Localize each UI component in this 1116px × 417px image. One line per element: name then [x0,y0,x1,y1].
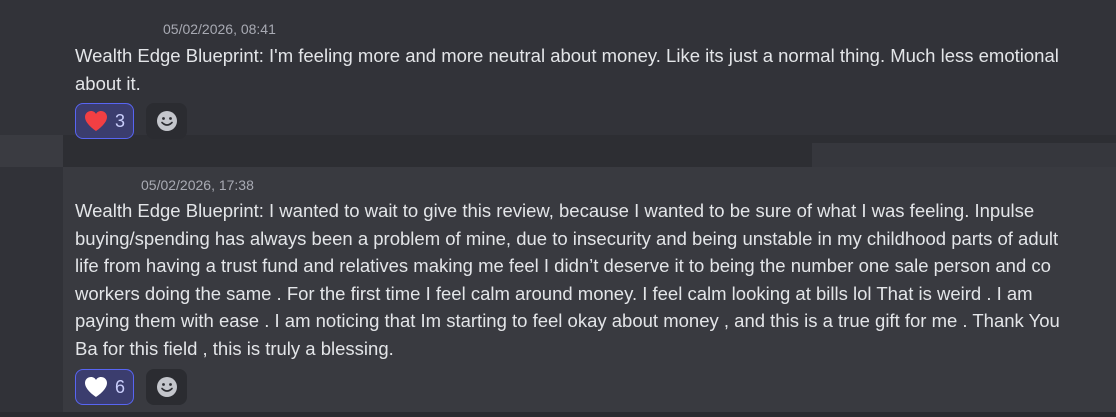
message-timestamp: 05/02/2026, 08:41 [163,21,276,37]
background-divider-left [0,135,63,167]
background-bottom-left [0,167,63,412]
message-line: Ba for this field , this is truly a bles… [75,337,394,359]
white-heart-icon [85,377,107,397]
message-line: paying them with ease . I am noticing th… [75,310,1060,332]
message-timestamp: 05/02/2026, 17:38 [141,177,254,193]
smile-icon [156,111,177,131]
message-line: buying/spending has always been a proble… [75,227,1059,249]
red-heart-icon [85,111,107,131]
reaction-count: 3 [115,110,126,131]
add-reaction-button[interactable] [146,369,187,405]
message-line: workers doing the same . For the first t… [75,282,1033,304]
message-content: Wealth Edge Blueprint: I'm feeling more … [75,42,1105,97]
smile-icon [156,377,177,397]
background-footer [0,412,1116,417]
background-divider-right [812,143,1116,167]
reaction-heart-button[interactable]: 3 [75,103,135,139]
add-reaction-button[interactable] [146,103,187,139]
reaction-heart-button[interactable]: 6 [75,369,135,405]
message-line: life from having a trust fund and relati… [75,255,1051,277]
message-content: Wealth Edge Blueprint: I wanted to wait … [75,197,1105,363]
message-line: about it. [75,72,141,94]
message-line: Wealth Edge Blueprint: I'm feeling more … [75,45,1059,66]
message-line: Wealth Edge Blueprint: I wanted to wait … [75,200,1035,221]
reaction-count: 6 [115,376,126,397]
